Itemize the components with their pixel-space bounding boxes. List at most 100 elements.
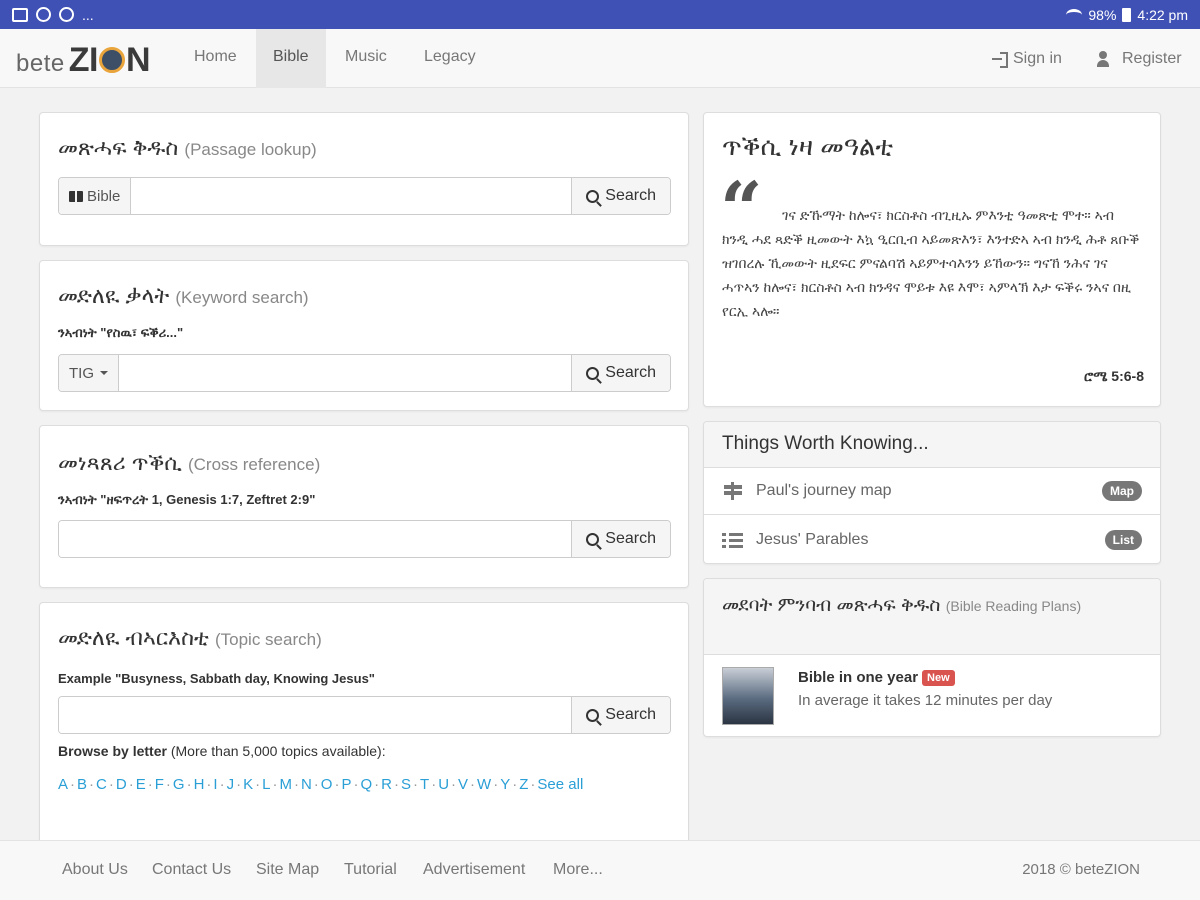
letter-link[interactable]: O <box>321 776 333 793</box>
passage-input-group: Bible Search <box>58 177 671 215</box>
topic-hint: Example "Busyness, Sabbath day, Knowing … <box>58 671 375 686</box>
app-notification-icon <box>36 7 51 22</box>
topic-title: መድለዪ ብኣርእስቲ (Topic search) <box>58 625 322 651</box>
list-item-parables[interactable]: Jesus' Parables List <box>704 516 1160 563</box>
letter-link[interactable]: S <box>401 776 411 793</box>
bible-addon-button[interactable]: Bible <box>59 178 132 214</box>
clock: 4:22 pm <box>1137 6 1188 23</box>
topic-search-button[interactable]: Search <box>571 697 670 733</box>
sign-in-link[interactable]: Sign in <box>992 29 1062 88</box>
gallery-icon <box>12 7 28 22</box>
things-worth-knowing-panel: Things Worth Knowing... Paul's journey m… <box>703 421 1161 564</box>
letter-link[interactable]: M <box>279 776 292 793</box>
crossref-input-group: Search <box>58 520 671 558</box>
topic-search-panel: መድለዪ ብኣርእስቲ (Topic search) Example "Busy… <box>39 602 689 852</box>
verse-reference[interactable]: ሮሜ 5:6-8 <box>1084 368 1144 385</box>
letter-link[interactable]: D <box>116 776 127 793</box>
footer-advertisement[interactable]: Advertisement <box>423 841 525 899</box>
list-icon <box>722 531 744 549</box>
search-icon <box>586 532 600 546</box>
search-label: Search <box>605 706 656 723</box>
letter-link[interactable]: J <box>227 776 235 793</box>
logo-n: N <box>125 41 151 79</box>
letter-link[interactable]: C <box>96 776 107 793</box>
search-label: Search <box>605 364 656 381</box>
passage-search-button[interactable]: Search <box>571 178 670 214</box>
keyword-input-group: TIG Search <box>58 354 671 392</box>
topic-title-text: መድለዪ ብኣርእስቲ <box>58 625 209 650</box>
letter-link[interactable]: P <box>341 776 351 793</box>
footer: About Us Contact Us Site Map Tutorial Ad… <box>0 840 1200 900</box>
logo-text-zion: ZI N <box>69 41 151 80</box>
plan-name-link[interactable]: Bible in one year New <box>798 669 955 686</box>
letter-separator: · <box>470 776 476 793</box>
top-navbar: bete ZI N Home Bible Music Legacy Sign in… <box>0 29 1200 88</box>
site-logo[interactable]: bete ZI N <box>16 41 151 80</box>
keyword-search-button[interactable]: Search <box>571 355 670 391</box>
letter-link[interactable]: T <box>420 776 429 793</box>
nav-legacy[interactable]: Legacy <box>407 29 493 88</box>
verse-title: ጥቕሲ ነዛ መዓልቲ <box>722 131 894 161</box>
topic-subtitle: (Topic search) <box>214 630 322 649</box>
keyword-input[interactable] <box>119 355 572 391</box>
letter-link[interactable]: K <box>243 776 253 793</box>
letter-link[interactable]: A <box>58 776 68 793</box>
list-item-journey-map[interactable]: Paul's journey map Map <box>704 468 1160 515</box>
crossref-title-text: መነጻጸሪ ጥቕሲ <box>58 450 182 475</box>
letter-link[interactable]: W <box>477 776 491 793</box>
language-dropdown[interactable]: TIG <box>59 355 119 391</box>
letter-link[interactable]: I <box>213 776 217 793</box>
letter-link[interactable]: H <box>194 776 205 793</box>
add-user-icon <box>1097 50 1117 67</box>
browse-by-letter: Browse by letter (More than 5,000 topics… <box>58 743 386 759</box>
letter-separator: · <box>413 776 419 793</box>
plan-thumbnail[interactable] <box>722 667 774 725</box>
footer-about-us[interactable]: About Us <box>62 841 128 899</box>
letter-link[interactable]: Q <box>360 776 372 793</box>
passage-input[interactable] <box>131 178 572 214</box>
letter-link[interactable]: E <box>136 776 146 793</box>
footer-more[interactable]: More... <box>553 841 603 899</box>
letter-link[interactable]: V <box>458 776 468 793</box>
topic-input[interactable] <box>59 697 572 733</box>
search-icon <box>586 366 600 380</box>
crossref-title: መነጻጸሪ ጥቕሲ (Cross reference) <box>58 450 320 476</box>
verse-of-the-day-panel: ጥቕሲ ነዛ መዓልቲ “ ገና ድኹማት ከሎና፣ ክርስቶስ ብጊዚኡ ምእ… <box>703 112 1161 407</box>
crossref-input[interactable] <box>59 521 572 557</box>
nav-home[interactable]: Home <box>177 29 254 88</box>
letter-separator: · <box>206 776 212 793</box>
status-system: 98% 4:22 pm <box>1066 7 1188 23</box>
status-notifications: ... <box>12 7 94 23</box>
letter-link[interactable]: B <box>77 776 87 793</box>
footer-tutorial[interactable]: Tutorial <box>344 841 397 899</box>
new-badge: New <box>922 670 955 686</box>
letter-link[interactable]: L <box>262 776 270 793</box>
map-badge: Map <box>1102 481 1142 501</box>
letter-separator: · <box>374 776 380 793</box>
verse-text: ገና ድኹማት ከሎና፣ ክርስቶስ ብጊዚኡ ምእንቲ ዓመጽቲ ሞተ። ኣብ… <box>722 207 1140 319</box>
keyword-subtitle: (Keyword search) <box>175 288 309 307</box>
nav-music[interactable]: Music <box>328 29 404 88</box>
letter-link[interactable]: Z <box>519 776 528 793</box>
letter-separator: · <box>108 776 114 793</box>
letter-link[interactable]: F <box>155 776 164 793</box>
passage-title-text: መጽሓፍ ቅዱስ <box>58 135 179 160</box>
letter-link[interactable]: N <box>301 776 312 793</box>
nav-bible[interactable]: Bible <box>256 29 326 88</box>
footer-site-map[interactable]: Site Map <box>256 841 319 899</box>
letter-link[interactable]: Y <box>500 776 510 793</box>
crossref-search-button[interactable]: Search <box>571 521 670 557</box>
journey-map-label: Paul's journey map <box>756 482 892 499</box>
see-all-link[interactable]: See all <box>537 776 583 793</box>
letter-link[interactable]: U <box>438 776 449 793</box>
logo-text-bete: bete <box>16 50 65 77</box>
register-link[interactable]: Register <box>1097 29 1182 88</box>
worth-heading: Things Worth Knowing... <box>704 422 1160 468</box>
letter-separator: · <box>431 776 437 793</box>
battery-percent: 98% <box>1088 6 1117 23</box>
letter-link[interactable]: R <box>381 776 392 793</box>
footer-contact-us[interactable]: Contact Us <box>152 841 231 899</box>
letter-separator: · <box>334 776 340 793</box>
letter-link[interactable]: G <box>173 776 185 793</box>
plan-description: In average it takes 12 minutes per day <box>798 692 1053 709</box>
